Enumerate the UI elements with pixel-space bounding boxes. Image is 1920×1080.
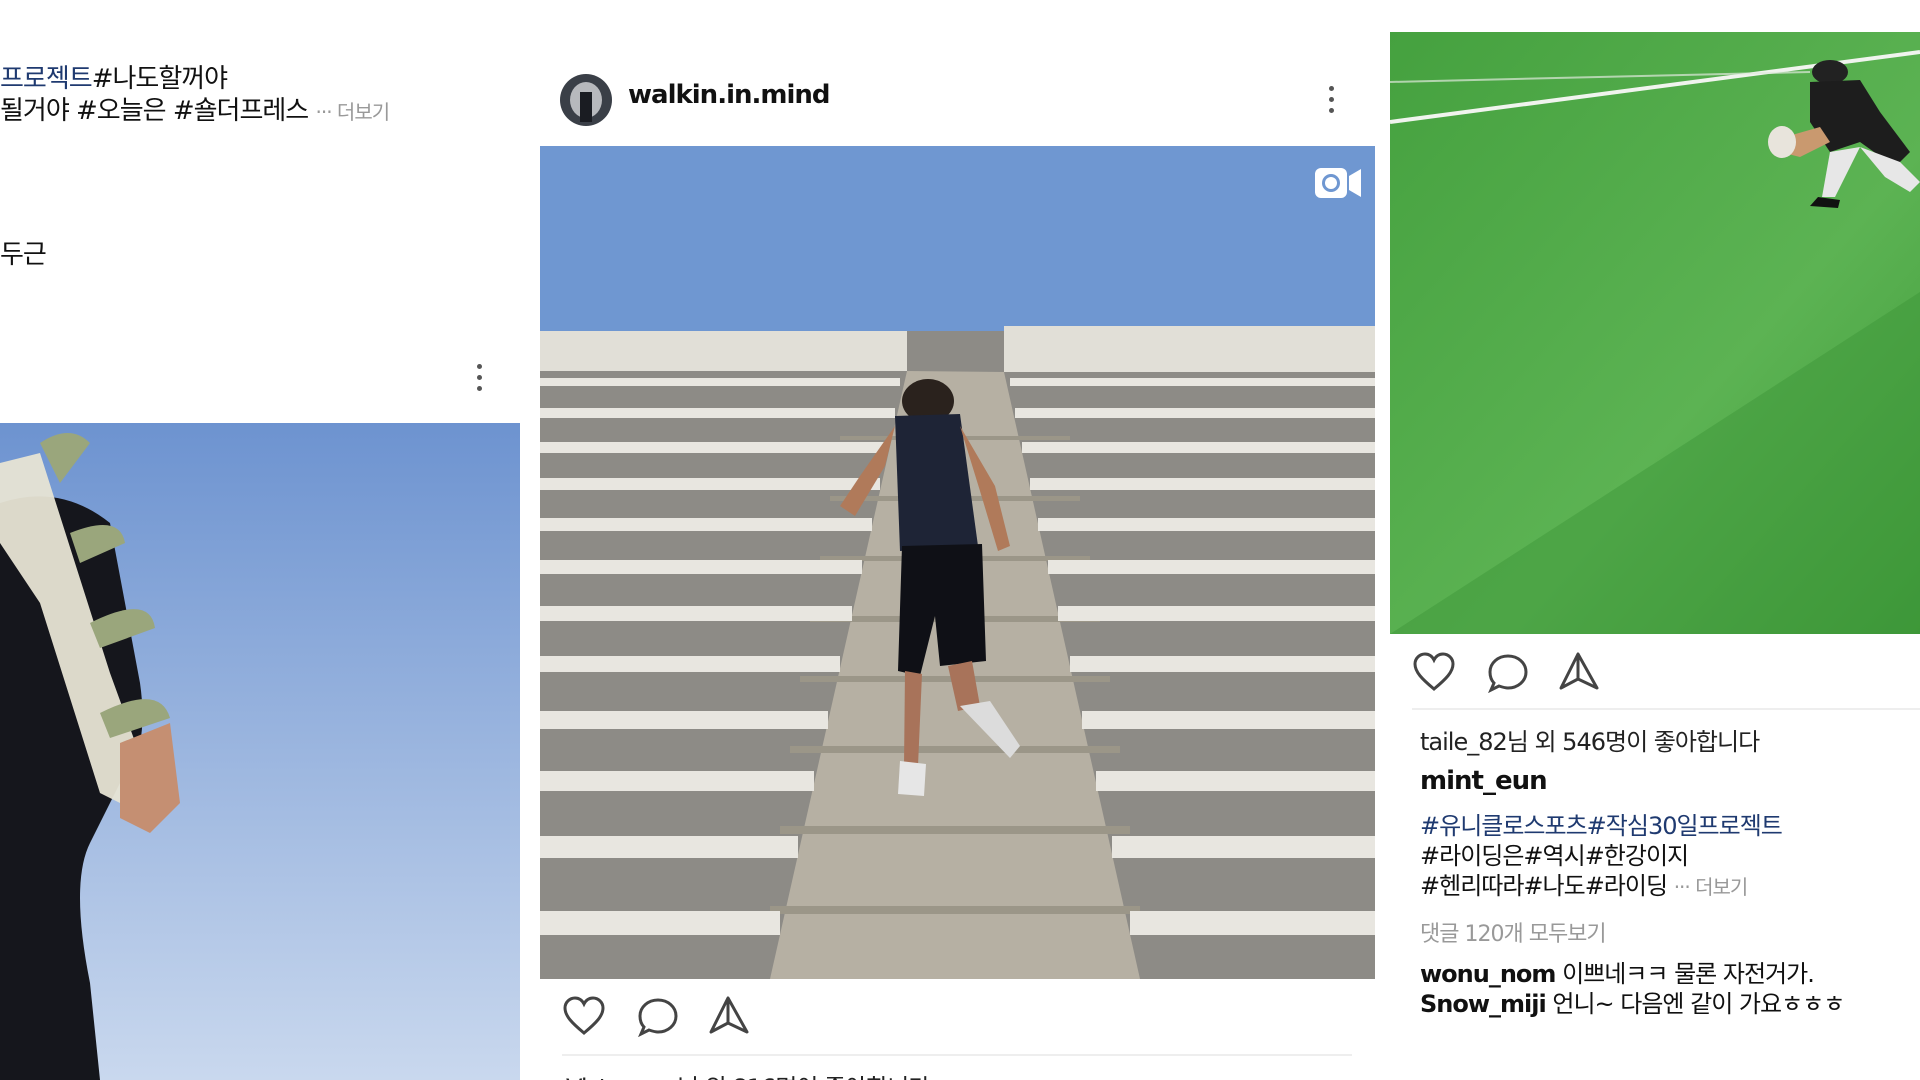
heart-icon[interactable] — [562, 996, 606, 1036]
left-more-options-icon[interactable] — [477, 364, 482, 391]
center-more-options-icon[interactable] — [1329, 86, 1334, 113]
heart-icon[interactable] — [1412, 652, 1456, 692]
left-post-card: 프로젝트#나도할꺼야 될거야 #오늘은 #숄더프레스 ··· 더보기 두근 — [0, 0, 520, 1080]
comment-text: 언니~ 다음엔 같이 가요ㅎㅎㅎ — [1552, 990, 1845, 1018]
right-caption-line3-text: #헨리따라#나도#라이딩 — [1420, 872, 1668, 900]
video-camera-icon — [1314, 166, 1362, 204]
center-post-photo[interactable] — [540, 146, 1375, 979]
right-divider — [1412, 708, 1920, 710]
comment-icon[interactable] — [637, 997, 679, 1037]
center-post-card: walkin.in.mind — [540, 0, 1375, 1080]
share-icon[interactable] — [708, 995, 750, 1035]
comment-row: Snow_miji 언니~ 다음엔 같이 가요ㅎㅎㅎ — [1420, 984, 1845, 1019]
comment-username[interactable]: Snow_miji — [1420, 990, 1547, 1018]
view-all-comments-link[interactable]: 댓글 120개 모두보기 — [1420, 916, 1607, 948]
avatar[interactable] — [560, 74, 612, 126]
right-post-card: taile_82님 외 546명이 좋아합니다 mint_eun #유니클로스포… — [1390, 0, 1920, 1080]
left-post-photo[interactable] — [0, 423, 520, 1080]
stairs-scene — [540, 146, 1375, 979]
left-photo-scene — [0, 423, 520, 1080]
left-comment-fragment: 두근 — [0, 240, 47, 270]
left-caption-line2: 될거야 #오늘은 #숄더프레스 ··· 더보기 — [0, 90, 391, 127]
comment-icon[interactable] — [1487, 653, 1529, 693]
right-caption-line3: #헨리따라#나도#라이딩 ··· 더보기 — [1420, 866, 1749, 901]
right-likes-text[interactable]: taile_82님 외 546명이 좋아합니다 — [1420, 722, 1760, 757]
left-more-link[interactable]: ··· 더보기 — [316, 100, 391, 124]
right-post-username[interactable]: mint_eun — [1420, 766, 1548, 796]
right-more-link[interactable]: ··· 더보기 — [1674, 875, 1749, 899]
share-icon[interactable] — [1558, 651, 1600, 691]
left-caption-text: 될거야 #오늘은 #숄더프레스 — [0, 96, 309, 126]
post-username[interactable]: walkin.in.mind — [628, 80, 830, 110]
right-post-photo[interactable] — [1390, 32, 1920, 634]
center-divider — [562, 1054, 1352, 1056]
center-likes-text[interactable]: Victor_w...님 외 816명이 좋아합니다 — [566, 1068, 930, 1080]
baseball-field-scene — [1390, 32, 1920, 634]
